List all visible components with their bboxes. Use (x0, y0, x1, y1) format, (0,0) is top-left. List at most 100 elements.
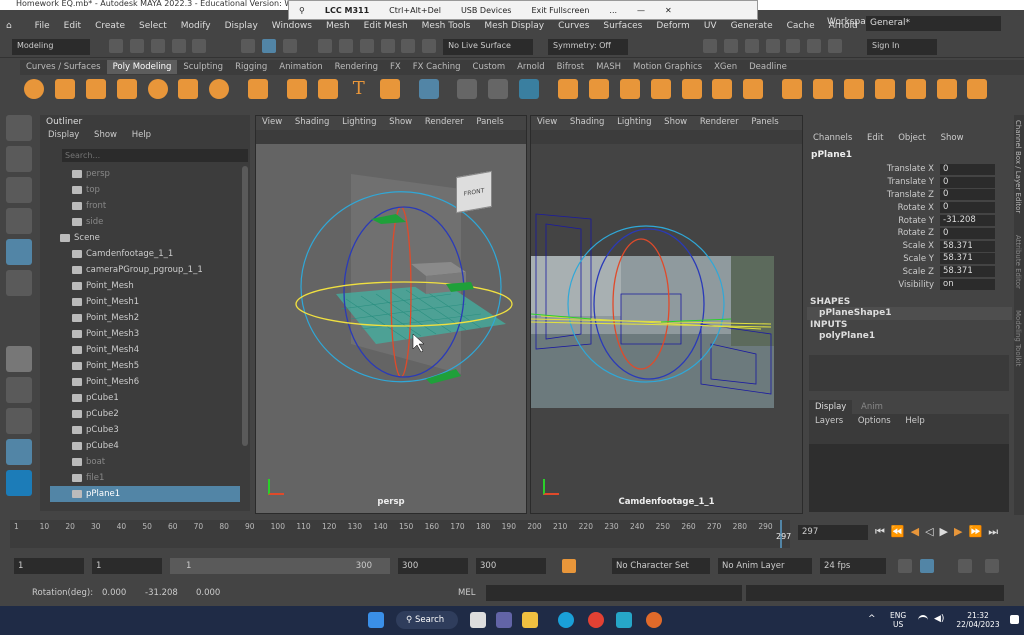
arnold-render-icon[interactable] (786, 39, 801, 53)
vp2-menu-renderer[interactable]: Renderer (700, 117, 739, 127)
select-tool-icon[interactable] (6, 115, 32, 141)
extrude-icon[interactable] (813, 79, 833, 99)
channel-attr-value[interactable]: 58.371 (940, 266, 995, 278)
render-settings-icon[interactable] (744, 39, 759, 53)
vp2-menu-view[interactable]: View (537, 117, 557, 127)
poly-torus-icon[interactable] (147, 79, 168, 99)
ipr-icon[interactable] (723, 39, 738, 53)
app-taskbar-icon[interactable] (646, 612, 662, 628)
chrome-icon[interactable] (588, 612, 604, 628)
grid-icon[interactable] (418, 79, 439, 99)
outliner-item[interactable]: Point_Mesh5 (50, 358, 240, 374)
shelf-tab-fx[interactable]: FX (384, 60, 407, 74)
viewport-persp[interactable]: View Shading Lighting Show Renderer Pane… (255, 115, 527, 514)
outliner-item[interactable]: pCube3 (50, 422, 240, 438)
shelf-tab-animation[interactable]: Animation (273, 60, 328, 74)
layer-menu-options[interactable]: Options (858, 416, 891, 426)
smooth-icon[interactable] (681, 79, 702, 99)
play-forward-icon[interactable]: ▶ (940, 525, 954, 538)
channel-row[interactable]: Translate Z 0 (807, 189, 1012, 202)
menu-create[interactable]: Create (88, 17, 132, 35)
shelf-tab-rendering[interactable]: Rendering (329, 60, 384, 74)
snap-curve-icon[interactable] (338, 39, 353, 53)
outliner-menu-display[interactable]: Display (48, 130, 79, 140)
channel-attr-value[interactable]: 0 (940, 189, 995, 201)
windows-start-icon[interactable] (368, 612, 384, 628)
shelf-tab-mash[interactable]: MASH (590, 60, 627, 74)
select-component-icon[interactable] (283, 39, 297, 53)
separate-icon[interactable] (588, 79, 609, 99)
cache-icon[interactable] (920, 559, 934, 573)
outliner-item[interactable]: Point_Mesh6 (50, 374, 240, 390)
anim-prefs-icon[interactable] (985, 559, 999, 573)
anim-layer-dropdown[interactable]: No Anim Layer (718, 558, 812, 574)
script-language[interactable]: MEL (458, 588, 475, 598)
menu-modify[interactable]: Modify (174, 17, 218, 35)
layer-tab-anim[interactable]: Anim (855, 400, 889, 414)
fps-dropdown[interactable]: 24 fps (820, 558, 886, 574)
star-icon[interactable] (287, 79, 307, 99)
vp1-menu-panels[interactable]: Panels (476, 117, 503, 127)
viewport-camera[interactable]: View Shading Lighting Show Renderer Pane… (530, 115, 803, 514)
wifi-icon[interactable] (918, 615, 928, 625)
outliner-item[interactable]: Point_Mesh3 (50, 326, 240, 342)
undo-icon[interactable] (171, 39, 186, 53)
auto-key-icon[interactable] (562, 559, 576, 573)
merge-icon[interactable] (936, 79, 957, 99)
outliner-item[interactable]: pCube4 (50, 438, 240, 454)
outliner-item[interactable]: cameraPGroup_pgroup_1_1 (50, 262, 240, 278)
sign-in-button[interactable]: Sign In (867, 39, 937, 55)
menu-cache[interactable]: Cache (780, 17, 822, 35)
hypershade-icon[interactable] (765, 39, 780, 53)
home-icon[interactable]: ⌂ (0, 18, 18, 34)
vp1-menu-renderer[interactable]: Renderer (425, 117, 464, 127)
channel-row[interactable]: Translate Y 0 (807, 176, 1012, 189)
notification-icon[interactable] (1010, 615, 1019, 624)
poly-cylinder-icon[interactable] (85, 79, 106, 99)
play-icon[interactable] (807, 39, 822, 53)
viewport-camera-toolbar[interactable] (531, 130, 802, 144)
shelf-tab-poly-modeling[interactable]: Poly Modeling (106, 60, 178, 74)
poly-cube-icon[interactable] (54, 79, 75, 99)
layer-menu-help[interactable]: Help (905, 416, 924, 426)
volume-icon[interactable]: ◀) (934, 614, 944, 624)
sweep-mesh-icon[interactable] (317, 79, 338, 99)
fill-hole-icon[interactable] (905, 79, 926, 99)
channel-attr-value[interactable]: 0 (940, 227, 995, 239)
more-icon[interactable]: ... (599, 6, 627, 15)
play-back-icon[interactable]: ◁ (925, 525, 939, 538)
outliner-item[interactable]: side (50, 214, 240, 230)
input-node[interactable]: polyPlane1 (807, 330, 1012, 343)
remove-icon[interactable] (488, 79, 509, 99)
outliner-scrollbar[interactable] (242, 166, 248, 446)
poly-plane-icon[interactable] (178, 79, 199, 99)
zero-icon[interactable] (519, 79, 540, 99)
channel-attr-value[interactable]: 0 (940, 163, 995, 175)
lasso-tool-icon[interactable] (6, 146, 32, 172)
usb-devices-button[interactable]: USB Devices (451, 6, 522, 15)
svg-icon[interactable] (379, 79, 400, 99)
outliner-item[interactable]: Point_Mesh1 (50, 294, 240, 310)
playback-end-field[interactable]: 300 (398, 558, 468, 574)
animation-end-field[interactable]: 300 (476, 558, 546, 574)
task-view-icon[interactable] (470, 612, 486, 628)
outliner-item[interactable]: front (50, 198, 240, 214)
channel-row[interactable]: Scale X 58.371 (807, 240, 1012, 253)
shelf-tab-curves-surfaces[interactable]: Curves / Surfaces (20, 60, 107, 74)
extract-icon[interactable] (619, 79, 640, 99)
vp1-menu-view[interactable]: View (262, 117, 282, 127)
workspace-dropdown[interactable]: General* (866, 16, 1001, 31)
shelf-tab-fx-caching[interactable]: FX Caching (407, 60, 467, 74)
mode-dropdown[interactable]: Modeling (12, 39, 90, 55)
pause-icon[interactable] (828, 39, 843, 53)
shape-node[interactable]: pPlaneShape1 (807, 306, 1012, 320)
view-cube[interactable]: FRONT (456, 170, 492, 214)
rotate-tool-icon[interactable] (6, 239, 32, 265)
shelf-tab-custom[interactable]: Custom (467, 60, 512, 74)
outliner-item[interactable]: pCube1 (50, 390, 240, 406)
minimize-icon[interactable]: — (627, 6, 655, 15)
tray-language[interactable]: ENG US (890, 611, 906, 629)
next-key-icon[interactable]: ▶ (954, 525, 968, 538)
sound-icon[interactable] (958, 559, 972, 573)
platonic-icon[interactable] (248, 79, 269, 99)
